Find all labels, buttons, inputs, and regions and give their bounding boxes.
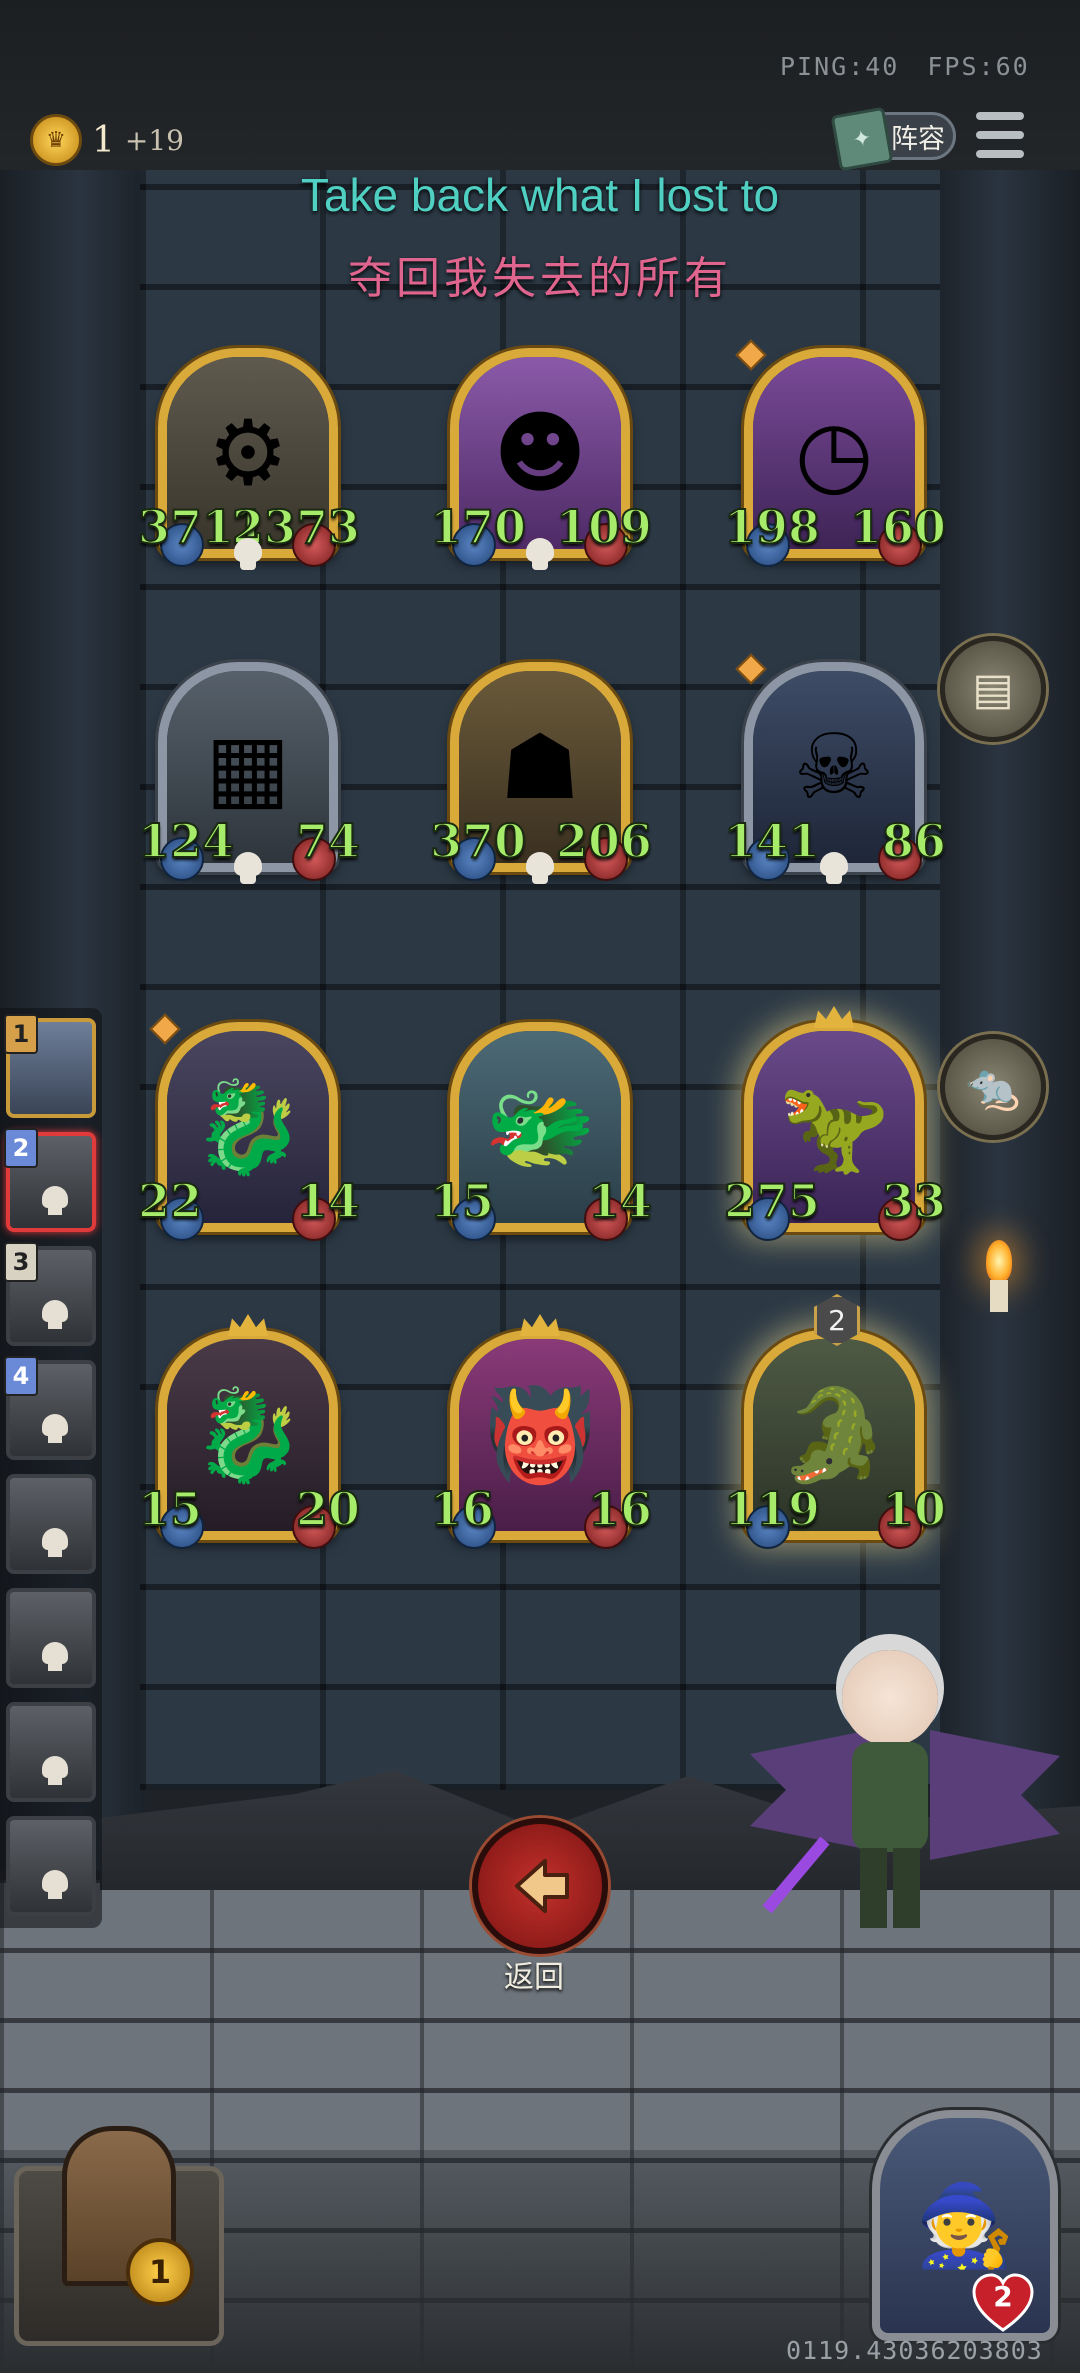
- opponent-slot-8[interactable]: [6, 1816, 96, 1916]
- health-value: 14: [587, 1173, 653, 1229]
- gold-counter: ♛ 1 +19: [30, 112, 184, 168]
- health-value: 14: [295, 1173, 361, 1229]
- minion-card-clock[interactable]: ◷ 198 160: [723, 339, 947, 578]
- attack-value: 124: [137, 813, 235, 869]
- minion-card-mech[interactable]: ⚙ 3711 2373: [137, 348, 361, 578]
- attack-value: 370: [429, 813, 527, 869]
- minion-card-black-dragon[interactable]: 🐉 22 14: [137, 1013, 361, 1252]
- hero-health: 2: [970, 2270, 1036, 2336]
- skull-icon: [40, 1186, 70, 1216]
- health-value: 16: [587, 1481, 653, 1537]
- skull-icon: [40, 1300, 70, 1330]
- book-icon: ✦: [830, 106, 894, 172]
- opponent-slot-3[interactable]: 3: [4, 1242, 96, 1346]
- back-button[interactable]: [472, 1818, 608, 1954]
- minion-card-green-dragon[interactable]: 🐊 2 119 10: [723, 1294, 947, 1560]
- attack-value: 170: [429, 499, 527, 555]
- minion-card-sky-dragon[interactable]: 🐲 15 14: [429, 1022, 653, 1252]
- gold-value: 1: [92, 119, 115, 161]
- attack-value: 198: [723, 499, 821, 555]
- health-value: 20: [295, 1481, 361, 1537]
- attack-value: 275: [723, 1173, 821, 1229]
- attack-value: 15: [137, 1481, 203, 1537]
- opponent-list: 1 2 3 4: [0, 1008, 102, 1928]
- skull-icon: [40, 1870, 70, 1900]
- health-value: 206: [555, 813, 653, 869]
- candle-torch: [984, 1240, 1014, 1312]
- minion-card-ghost[interactable]: ☠ 141 86: [723, 653, 947, 892]
- rat-item-icon[interactable]: 🐀: [940, 1034, 1046, 1140]
- deck-button[interactable]: 1: [14, 2126, 224, 2346]
- skull-icon: [40, 1528, 70, 1558]
- skull-icon: [40, 1642, 70, 1672]
- slot-number: 2: [4, 1128, 38, 1168]
- crown-coin-icon: ♛: [30, 114, 82, 166]
- slot-number: 3: [4, 1242, 38, 1282]
- hero-health-value: 2: [993, 2280, 1013, 2313]
- fps-readout: FPS:60: [927, 52, 1030, 81]
- arrow-left-icon: [515, 1859, 569, 1913]
- quest-title-english: Take back what I lost to: [300, 169, 780, 221]
- minion-card-scientist[interactable]: ☻ 170 109: [429, 348, 653, 578]
- minion-card-chest[interactable]: ▦ 124 74: [137, 662, 361, 892]
- attack-value: 22: [137, 1173, 203, 1229]
- deck-count: 1: [126, 2238, 194, 2306]
- skull-icon: [40, 1756, 70, 1786]
- minion-card-shadow-dragon[interactable]: 🐉 15 20: [137, 1314, 361, 1560]
- hamburger-menu-icon[interactable]: [976, 112, 1024, 158]
- lineup-label: 阵容: [891, 123, 945, 155]
- skull-icon: [522, 852, 558, 888]
- ping-readout: PING:40: [780, 52, 900, 81]
- opponent-slot-5[interactable]: [6, 1474, 96, 1574]
- minion-card-blue-dragon[interactable]: 🦖 275 33: [723, 1006, 947, 1252]
- back-button-label: 返回: [504, 1960, 564, 1995]
- health-value: 33: [881, 1173, 947, 1229]
- opponent-slot-1[interactable]: 1: [4, 1014, 96, 1118]
- slot-number: 4: [4, 1356, 38, 1396]
- attack-value: 141: [723, 813, 821, 869]
- skull-icon: [816, 852, 852, 888]
- slot-number: 1: [4, 1014, 38, 1054]
- right-pillar: [935, 170, 1080, 1870]
- opponent-slot-6[interactable]: [6, 1588, 96, 1688]
- quest-title-chinese: 夺回我失去的所有: [348, 253, 732, 304]
- skull-icon: [40, 1414, 70, 1444]
- build-id: 0119.43036203803: [786, 2336, 1043, 2365]
- lineup-button[interactable]: ✦ 阵容: [830, 106, 956, 172]
- minion-card-demon[interactable]: 👹 16 16: [429, 1314, 653, 1560]
- attack-value: 119: [723, 1481, 821, 1537]
- attack-value: 16: [429, 1481, 495, 1537]
- health-value: 10: [881, 1481, 947, 1537]
- health-value: 160: [849, 499, 947, 555]
- network-stats: PING:40 FPS:60: [780, 52, 1058, 81]
- skull-icon: [230, 852, 266, 888]
- opponent-slot-2[interactable]: 2: [4, 1128, 96, 1232]
- treasure-chest-item-icon[interactable]: ▤: [940, 636, 1046, 742]
- opponent-slot-4[interactable]: 4: [4, 1356, 96, 1460]
- skull-icon: [230, 538, 266, 574]
- minion-card-robot-stack[interactable]: ☗ 370 206: [429, 662, 653, 892]
- opponent-slot-7[interactable]: [6, 1702, 96, 1802]
- health-value: 109: [555, 499, 653, 555]
- hero-character: [750, 1650, 1060, 1940]
- health-value: 74: [295, 813, 361, 869]
- health-value: 86: [881, 813, 947, 869]
- gold-increment: +19: [124, 123, 184, 157]
- skull-icon: [522, 538, 558, 574]
- attack-value: 15: [429, 1173, 495, 1229]
